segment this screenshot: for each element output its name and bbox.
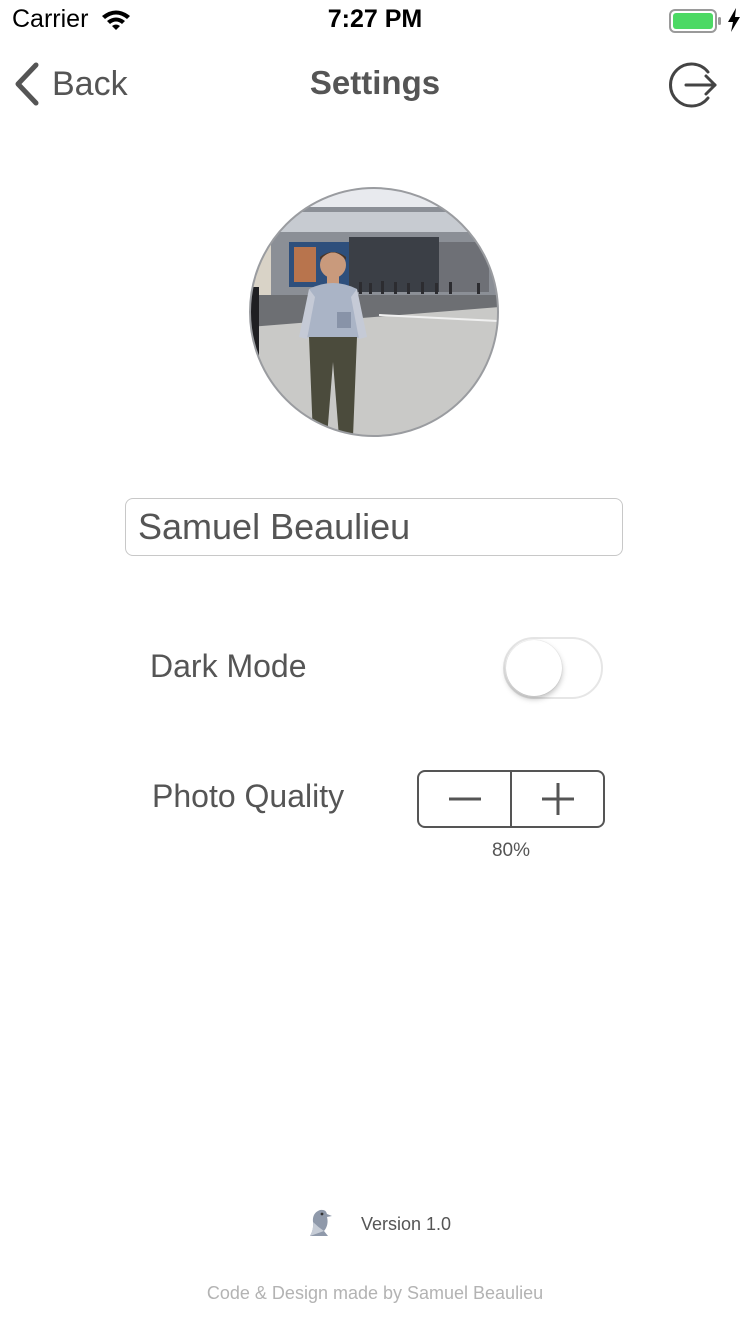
plus-icon bbox=[541, 783, 574, 815]
logout-icon[interactable] bbox=[668, 59, 720, 111]
increment-button[interactable] bbox=[512, 772, 603, 826]
decrement-button[interactable] bbox=[419, 772, 510, 826]
page-title: Settings bbox=[309, 64, 441, 101]
dark-mode-toggle[interactable] bbox=[503, 637, 603, 699]
photo-quality-label: Photo Quality bbox=[152, 778, 345, 814]
credits-label: Code & Design made by Samuel Beaulieu bbox=[206, 1283, 544, 1303]
version-label: Version 1.0 bbox=[361, 1214, 452, 1234]
status-time: 7:27 PM bbox=[327, 5, 423, 33]
navigation-bar: Back Settings bbox=[0, 40, 750, 130]
charging-bolt-icon bbox=[728, 8, 740, 32]
toggle-knob bbox=[506, 640, 562, 696]
photo-quality-value: 80% bbox=[491, 840, 531, 861]
status-bar: Carrier 7:27 PM bbox=[0, 0, 750, 40]
dark-mode-label: Dark Mode bbox=[150, 648, 307, 684]
minus-icon bbox=[448, 797, 481, 801]
battery-icon bbox=[669, 9, 721, 33]
photo-quality-stepper bbox=[417, 770, 605, 828]
bird-logo-icon bbox=[310, 1209, 332, 1236]
avatar[interactable] bbox=[249, 187, 499, 437]
name-input[interactable] bbox=[125, 498, 623, 556]
